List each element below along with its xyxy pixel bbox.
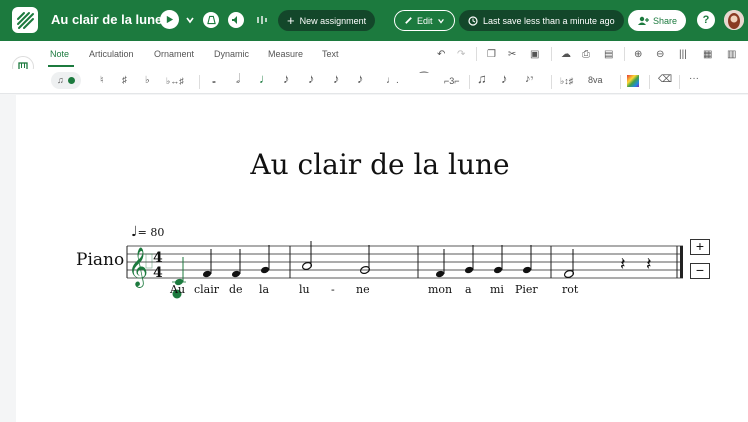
measure-1[interactable] xyxy=(172,245,270,299)
lyric-syllable[interactable]: de xyxy=(229,283,243,296)
lyric-syllable[interactable]: rot xyxy=(562,283,578,296)
note-head[interactable] xyxy=(260,266,270,275)
lyric-syllable[interactable]: lu xyxy=(299,283,310,296)
treble-clef-icon[interactable]: 𝄞 xyxy=(128,247,148,288)
lyric-syllable[interactable]: a xyxy=(465,283,472,296)
note-head[interactable] xyxy=(522,266,532,275)
note-head[interactable] xyxy=(464,266,474,275)
add-measure-button[interactable]: + xyxy=(690,239,710,255)
remove-measure-button[interactable]: − xyxy=(690,263,710,279)
lyric-syllable[interactable]: Pier xyxy=(515,283,538,296)
staff[interactable]: 𝄞 4 4 𝄽 𝄽 xyxy=(0,0,748,422)
note-head[interactable] xyxy=(435,270,445,279)
note-head[interactable] xyxy=(202,270,212,279)
measure-4[interactable]: 𝄽 𝄽 xyxy=(563,249,652,279)
lyric-syllable[interactable]: Au xyxy=(170,283,185,296)
lyric-syllable[interactable]: la xyxy=(259,283,269,296)
note-head[interactable] xyxy=(231,270,241,279)
lyric-syllable[interactable]: - xyxy=(331,283,335,296)
note-head[interactable] xyxy=(493,266,503,275)
lyric-syllable[interactable]: mon xyxy=(428,283,452,296)
quarter-rest-icon[interactable]: 𝄽 xyxy=(646,254,652,275)
lyric-syllable[interactable]: clair xyxy=(194,283,219,296)
lyric-syllable[interactable]: ne xyxy=(356,283,370,296)
quarter-rest-icon[interactable]: 𝄽 xyxy=(620,254,626,275)
time-signature-top: 4 xyxy=(153,250,163,266)
time-signature-bottom: 4 xyxy=(153,265,163,281)
lyric-syllable[interactable]: mi xyxy=(490,283,504,296)
